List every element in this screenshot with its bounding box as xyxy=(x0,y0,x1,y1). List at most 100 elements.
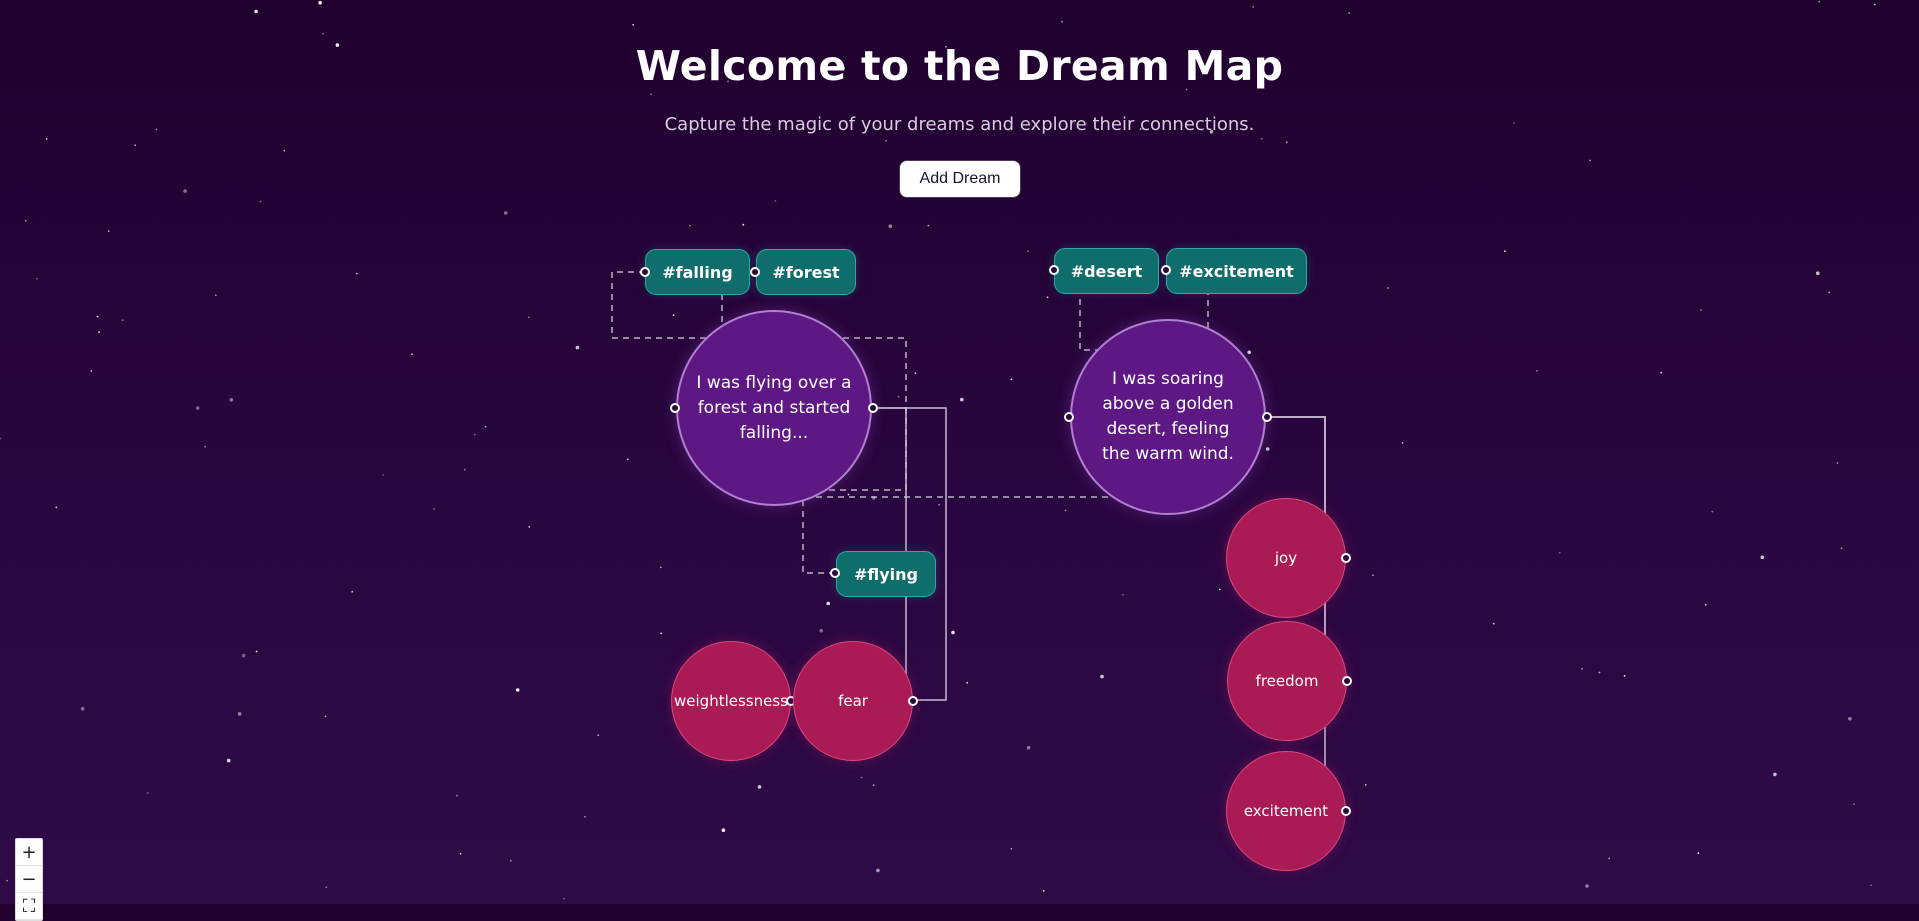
star xyxy=(1598,671,1601,674)
tag-excitement[interactable]: #excitement xyxy=(1166,248,1307,294)
star xyxy=(527,316,530,319)
fit-view-button[interactable]: ⛶ xyxy=(16,893,42,920)
dream-forest-left-handle[interactable] xyxy=(670,403,680,413)
star xyxy=(1608,857,1611,860)
star xyxy=(1818,0,1821,3)
star xyxy=(1042,890,1045,892)
connection-edges xyxy=(611,269,1348,813)
star xyxy=(1581,668,1583,670)
star xyxy=(938,503,940,506)
star xyxy=(826,601,830,606)
star xyxy=(1064,509,1067,512)
emotion-freedom-handle[interactable] xyxy=(1342,676,1352,686)
star xyxy=(742,223,745,226)
star xyxy=(241,653,246,658)
dream-forest-right-handle[interactable] xyxy=(868,403,878,413)
star xyxy=(1504,250,1506,253)
star xyxy=(819,629,823,633)
emotion-node-freedom[interactable]: freedom xyxy=(1227,621,1347,741)
emotion-excitement-handle[interactable] xyxy=(1341,806,1351,816)
tag-forest[interactable]: #forest xyxy=(756,249,856,295)
starfield-background xyxy=(0,0,1876,900)
tag-flying[interactable]: #flying xyxy=(836,551,936,597)
star xyxy=(1027,250,1029,253)
star xyxy=(214,294,217,297)
star xyxy=(584,816,586,818)
star xyxy=(897,395,900,398)
star xyxy=(774,200,777,202)
emotion-joy-handle[interactable] xyxy=(1341,553,1351,563)
star xyxy=(36,277,38,280)
star xyxy=(96,315,99,318)
zoom-in-button[interactable]: + xyxy=(16,839,42,866)
star xyxy=(1697,852,1700,855)
star xyxy=(90,370,93,372)
dream-node-forest[interactable]: I was flying over a forest and started f… xyxy=(676,310,872,506)
star xyxy=(1387,287,1389,289)
star xyxy=(1122,593,1124,596)
star xyxy=(229,398,234,402)
star xyxy=(459,852,462,855)
dream-desert-right-handle[interactable] xyxy=(1262,412,1272,422)
tag-forest-handle[interactable] xyxy=(750,267,760,277)
emotion-fear-handle[interactable] xyxy=(908,696,918,706)
star xyxy=(1660,371,1663,374)
star xyxy=(456,794,458,797)
tag-flying-handle[interactable] xyxy=(830,568,840,578)
star xyxy=(146,792,149,794)
star xyxy=(509,859,512,862)
star xyxy=(1536,370,1538,372)
star xyxy=(1265,447,1270,451)
star xyxy=(1700,309,1702,311)
star xyxy=(1828,291,1831,294)
star xyxy=(355,272,358,275)
star xyxy=(960,397,964,402)
star xyxy=(322,32,324,35)
star xyxy=(632,23,634,26)
emotion-label: fear xyxy=(838,692,868,710)
page-subtitle: Capture the magic of your dreams and exp… xyxy=(664,114,1255,135)
star xyxy=(204,445,207,448)
star xyxy=(484,425,487,428)
star xyxy=(351,590,354,593)
dream-desert-left-handle[interactable] xyxy=(1064,412,1074,422)
emotion-node-weightlessness[interactable]: weightlessness xyxy=(671,641,791,761)
star xyxy=(951,630,955,635)
zoom-out-button[interactable]: − xyxy=(16,866,42,893)
star xyxy=(1558,551,1561,554)
star xyxy=(575,345,580,350)
tag-label: #excitement xyxy=(1179,261,1294,281)
star xyxy=(885,140,887,142)
star xyxy=(55,506,58,509)
star xyxy=(1848,717,1852,721)
star xyxy=(1816,271,1820,276)
tag-falling-handle[interactable] xyxy=(640,267,650,277)
tag-excitement-handle[interactable] xyxy=(1161,265,1171,275)
star xyxy=(528,526,531,528)
star xyxy=(721,828,726,832)
star xyxy=(183,189,187,193)
star xyxy=(98,331,100,333)
star xyxy=(672,314,675,316)
star xyxy=(888,224,893,228)
star xyxy=(226,758,231,763)
emotion-node-fear[interactable]: fear xyxy=(793,641,913,761)
emotion-node-excitement[interactable]: excitement xyxy=(1226,751,1346,871)
dream-text: I was flying over a forest and started f… xyxy=(696,372,852,443)
star xyxy=(45,138,48,140)
star xyxy=(0,437,2,440)
star xyxy=(1623,675,1626,677)
star xyxy=(463,468,466,471)
tag-falling[interactable]: #falling xyxy=(645,249,750,295)
star xyxy=(660,632,663,635)
tag-desert[interactable]: #desert xyxy=(1054,248,1159,294)
dream-node-desert[interactable]: I was soaring above a golden desert, fee… xyxy=(1070,319,1266,515)
star xyxy=(1026,745,1031,750)
emotion-node-joy[interactable]: joy xyxy=(1226,498,1346,618)
star xyxy=(1046,296,1049,299)
tag-desert-handle[interactable] xyxy=(1049,265,1059,275)
star xyxy=(626,458,629,461)
star xyxy=(503,211,508,215)
add-dream-button[interactable]: Add Dream xyxy=(899,160,1021,198)
star xyxy=(6,879,9,882)
